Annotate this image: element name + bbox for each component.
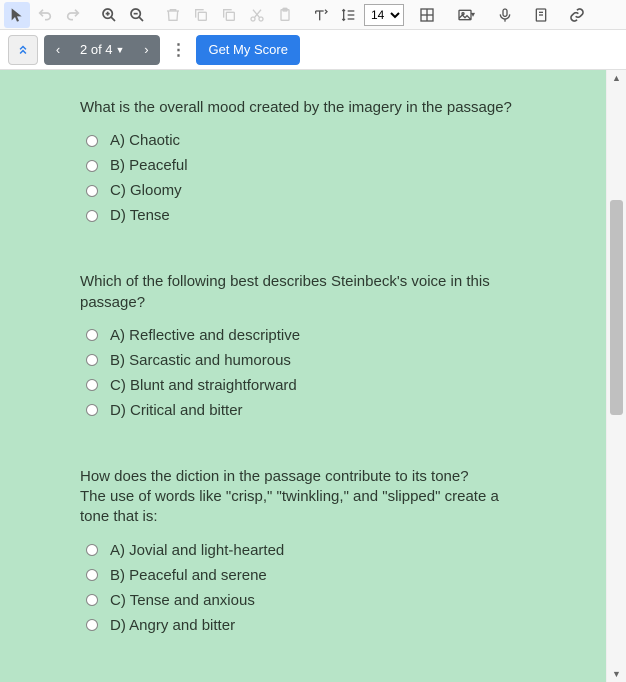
microphone-button[interactable] bbox=[492, 2, 518, 28]
radio-icon[interactable] bbox=[86, 160, 98, 172]
radio-icon[interactable] bbox=[86, 329, 98, 341]
radio-icon[interactable] bbox=[86, 135, 98, 147]
radio-icon[interactable] bbox=[86, 210, 98, 222]
option-label: C) Tense and anxious bbox=[110, 592, 255, 609]
option-row[interactable]: D) Angry and bitter bbox=[80, 613, 556, 638]
radio-icon[interactable] bbox=[86, 619, 98, 631]
option-row[interactable]: B) Peaceful and serene bbox=[80, 563, 556, 588]
radio-icon[interactable] bbox=[86, 544, 98, 556]
prev-page-button[interactable]: ‹ bbox=[44, 35, 72, 65]
option-row[interactable]: C) Gloomy bbox=[80, 178, 556, 203]
question-block: What is the overall mood created by the … bbox=[80, 98, 556, 228]
font-size-select[interactable]: 14 bbox=[364, 4, 404, 26]
question-block: Which of the following best describes St… bbox=[80, 272, 556, 423]
option-row[interactable]: A) Chaotic bbox=[80, 128, 556, 153]
note-button[interactable] bbox=[528, 2, 554, 28]
option-label: D) Angry and bitter bbox=[110, 617, 235, 634]
radio-icon[interactable] bbox=[86, 185, 98, 197]
page-indicator-text: 2 of 4 bbox=[80, 42, 113, 57]
copy-button[interactable] bbox=[216, 2, 242, 28]
radio-icon[interactable] bbox=[86, 379, 98, 391]
format-text-button[interactable] bbox=[308, 2, 334, 28]
get-score-button[interactable]: Get My Score bbox=[196, 35, 299, 65]
question-text: How does the diction in the passage cont… bbox=[80, 467, 520, 528]
page-indicator[interactable]: 2 of 4 ▼ bbox=[72, 42, 132, 57]
trash-button[interactable] bbox=[160, 2, 186, 28]
scroll-up-button[interactable]: ▲ bbox=[607, 70, 626, 86]
scroll-down-button[interactable]: ▼ bbox=[607, 666, 626, 682]
next-page-button[interactable]: › bbox=[132, 35, 160, 65]
option-label: D) Critical and bitter bbox=[110, 402, 243, 419]
option-label: C) Blunt and straightforward bbox=[110, 377, 297, 394]
page-area: What is the overall mood created by the … bbox=[0, 70, 606, 682]
option-label: A) Chaotic bbox=[110, 132, 180, 149]
chevron-down-icon: ▾ bbox=[471, 10, 475, 19]
line-height-button[interactable] bbox=[336, 2, 362, 28]
option-label: B) Peaceful and serene bbox=[110, 567, 267, 584]
option-row[interactable]: D) Tense bbox=[80, 203, 556, 228]
option-row[interactable]: C) Tense and anxious bbox=[80, 588, 556, 613]
question-text: What is the overall mood created by the … bbox=[80, 98, 520, 118]
radio-icon[interactable] bbox=[86, 404, 98, 416]
redo-button[interactable] bbox=[60, 2, 86, 28]
scroll-thumb[interactable] bbox=[610, 200, 623, 415]
chevron-down-icon: ▼ bbox=[116, 45, 125, 55]
link-button[interactable] bbox=[564, 2, 590, 28]
more-options-button[interactable]: ⋮ bbox=[166, 40, 190, 60]
option-label: A) Reflective and descriptive bbox=[110, 327, 300, 344]
option-row[interactable]: B) Peaceful bbox=[80, 153, 556, 178]
radio-icon[interactable] bbox=[86, 594, 98, 606]
main-toolbar: 14 ▾ bbox=[0, 0, 626, 30]
option-row[interactable]: C) Blunt and straightforward bbox=[80, 373, 556, 398]
option-row[interactable]: A) Reflective and descriptive bbox=[80, 323, 556, 348]
score-button-label: Get My Score bbox=[208, 42, 287, 57]
option-label: D) Tense bbox=[110, 207, 170, 224]
zoom-in-button[interactable] bbox=[96, 2, 122, 28]
option-label: C) Gloomy bbox=[110, 182, 182, 199]
option-label: B) Peaceful bbox=[110, 157, 188, 174]
paste-button[interactable] bbox=[272, 2, 298, 28]
option-label: A) Jovial and light-hearted bbox=[110, 542, 284, 559]
page-pager: ‹ 2 of 4 ▼ › bbox=[44, 35, 160, 65]
radio-icon[interactable] bbox=[86, 569, 98, 581]
content-wrap: What is the overall mood created by the … bbox=[0, 70, 626, 682]
undo-button[interactable] bbox=[32, 2, 58, 28]
duplicate-button[interactable] bbox=[188, 2, 214, 28]
zoom-out-button[interactable] bbox=[124, 2, 150, 28]
radio-icon[interactable] bbox=[86, 354, 98, 366]
cut-button[interactable] bbox=[244, 2, 270, 28]
question-block: How does the diction in the passage cont… bbox=[80, 467, 556, 638]
collapse-button[interactable] bbox=[8, 35, 38, 65]
image-button[interactable]: ▾ bbox=[450, 2, 482, 28]
option-label: B) Sarcastic and humorous bbox=[110, 352, 291, 369]
pointer-tool-button[interactable] bbox=[4, 2, 30, 28]
option-row[interactable]: A) Jovial and light-hearted bbox=[80, 538, 556, 563]
page-navbar: ‹ 2 of 4 ▼ › ⋮ Get My Score bbox=[0, 30, 626, 70]
option-row[interactable]: B) Sarcastic and humorous bbox=[80, 348, 556, 373]
vertical-scrollbar[interactable]: ▲ ▼ bbox=[606, 70, 626, 682]
table-button[interactable] bbox=[414, 2, 440, 28]
question-text: Which of the following best describes St… bbox=[80, 272, 520, 313]
option-row[interactable]: D) Critical and bitter bbox=[80, 398, 556, 423]
